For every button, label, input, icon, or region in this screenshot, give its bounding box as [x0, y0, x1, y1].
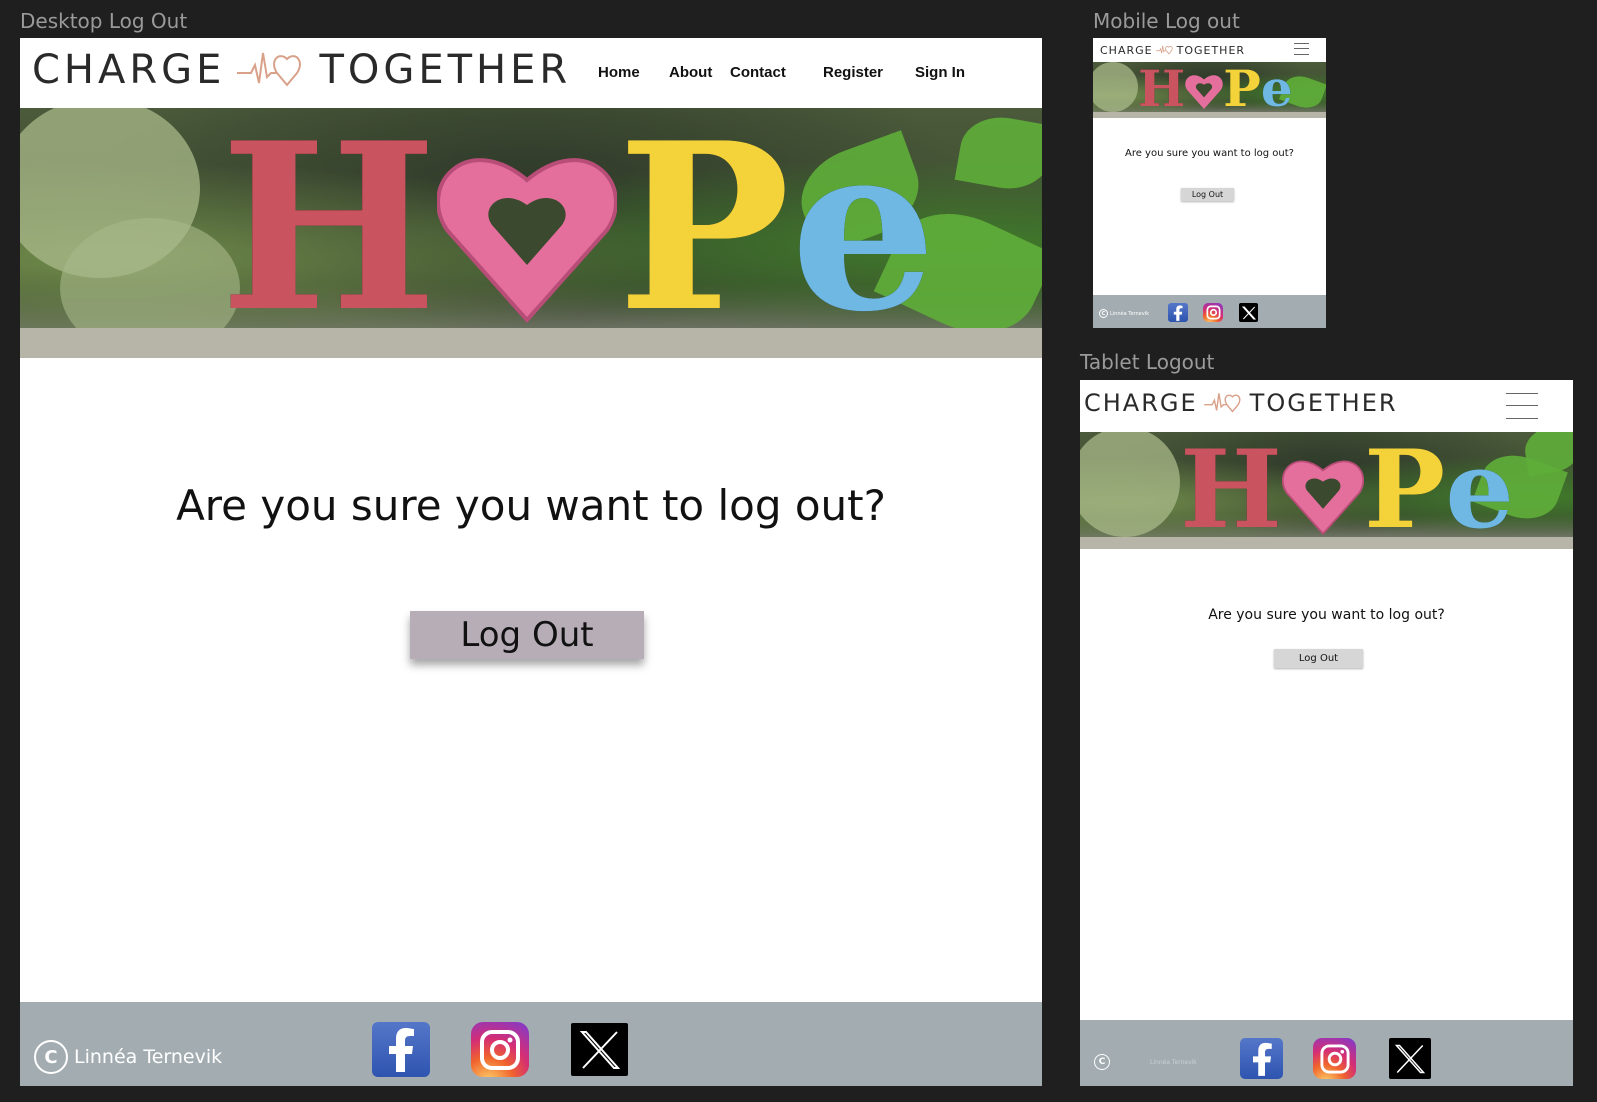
- instagram-icon[interactable]: [1203, 303, 1223, 322]
- hope-letter-h: H: [220, 108, 438, 358]
- copyright: C Linnéa Ternevik: [34, 1040, 222, 1074]
- hope-sign: H P e: [1180, 436, 1514, 544]
- brand-word-charge: CHARGE: [1100, 43, 1153, 57]
- hero-image: H P e: [1093, 62, 1326, 118]
- hope-sign: H P e: [1138, 64, 1293, 114]
- nav-about[interactable]: About: [669, 64, 712, 81]
- copyright-icon: C: [1094, 1054, 1110, 1070]
- hope-letter-e: e: [1260, 62, 1293, 118]
- desktop-frame-label: Desktop Log Out: [20, 9, 188, 33]
- tablet-frame-label: Tablet Logout: [1080, 350, 1215, 374]
- heartbeat-heart-icon: [1155, 45, 1173, 55]
- hope-letter-e: e: [1445, 432, 1514, 549]
- log-out-button[interactable]: Log Out: [1181, 188, 1234, 201]
- desktop-frame: CHARGE TOGETHER Home About Contact Regis…: [20, 38, 1042, 1086]
- hope-letter-h: H: [1138, 62, 1186, 118]
- hope-letter-p: P: [617, 108, 791, 358]
- facebook-icon[interactable]: [1168, 303, 1188, 322]
- mobile-frame-label: Mobile Log out: [1093, 9, 1240, 33]
- brand-logo-tablet[interactable]: CHARGE TOGETHER: [1084, 386, 1398, 420]
- hero-image: H P e: [1080, 432, 1573, 549]
- logout-question: Are you sure you want to log out?: [1208, 607, 1445, 623]
- brand-logo-mobile[interactable]: CHARGE TOGETHER: [1100, 40, 1245, 60]
- hope-letter-e: e: [790, 108, 937, 358]
- x-icon[interactable]: [571, 1023, 628, 1076]
- footer: C Linnéa Ternevik: [20, 1002, 1042, 1086]
- nav-sign-in[interactable]: Sign In: [915, 64, 965, 81]
- copyright-icon: C: [1099, 309, 1108, 318]
- instagram-icon[interactable]: [1313, 1038, 1356, 1079]
- tablet-frame: CHARGE TOGETHER H P e Are you sure you w…: [1080, 380, 1573, 1086]
- brand-word-together: TOGETHER: [319, 47, 572, 93]
- brand-word-charge: CHARGE: [1084, 389, 1198, 417]
- copyright-icon: C: [34, 1040, 68, 1074]
- facebook-icon[interactable]: [1240, 1038, 1283, 1079]
- instagram-icon[interactable]: [471, 1022, 529, 1077]
- hope-letter-p: P: [1223, 62, 1261, 118]
- heartbeat-heart-icon: [237, 52, 302, 87]
- brand-word-charge: CHARGE: [32, 47, 226, 93]
- brand-word-together: TOGETHER: [1249, 389, 1398, 417]
- facebook-icon[interactable]: [372, 1022, 430, 1077]
- copyright-text: Linnéa Ternevik: [1110, 310, 1149, 317]
- heart-letter-icon: [1282, 460, 1365, 536]
- log-out-button[interactable]: Log Out: [410, 611, 644, 659]
- hero-image: H P e: [20, 108, 1042, 358]
- heartbeat-heart-icon: [1203, 393, 1241, 413]
- copyright-text: Linnéa Ternevik: [1150, 1058, 1197, 1066]
- heart-letter-icon: [437, 158, 618, 324]
- hamburger-menu-icon[interactable]: [1294, 42, 1309, 56]
- hope-sign: H P e: [220, 113, 937, 343]
- logout-question: Are you sure you want to log out?: [1124, 148, 1294, 159]
- copyright: C Linnéa Ternevik: [1094, 1054, 1197, 1070]
- log-out-button[interactable]: Log Out: [1274, 649, 1363, 668]
- hope-letter-h: H: [1180, 432, 1283, 549]
- footer: C Linnéa Ternevik: [1080, 1020, 1573, 1086]
- heart-letter-icon: [1185, 75, 1223, 109]
- nav-home[interactable]: Home: [598, 64, 640, 81]
- x-icon[interactable]: [1239, 303, 1258, 322]
- footer: C Linnéa Ternevik: [1093, 295, 1326, 328]
- brand-logo[interactable]: CHARGE TOGETHER: [32, 44, 571, 96]
- hope-letter-p: P: [1364, 432, 1446, 549]
- mobile-frame: CHARGE TOGETHER H P e Are you sure you w…: [1093, 38, 1326, 328]
- copyright-text: Linnéa Ternevik: [74, 1046, 223, 1068]
- logout-question: Are you sure you want to log out?: [176, 481, 886, 530]
- nav-register[interactable]: Register: [823, 64, 883, 81]
- copyright: C Linnéa Ternevik: [1099, 309, 1149, 318]
- hamburger-menu-icon[interactable]: [1506, 392, 1538, 420]
- x-icon[interactable]: [1389, 1038, 1431, 1079]
- nav-contact[interactable]: Contact: [730, 64, 786, 81]
- brand-word-together: TOGETHER: [1176, 43, 1246, 57]
